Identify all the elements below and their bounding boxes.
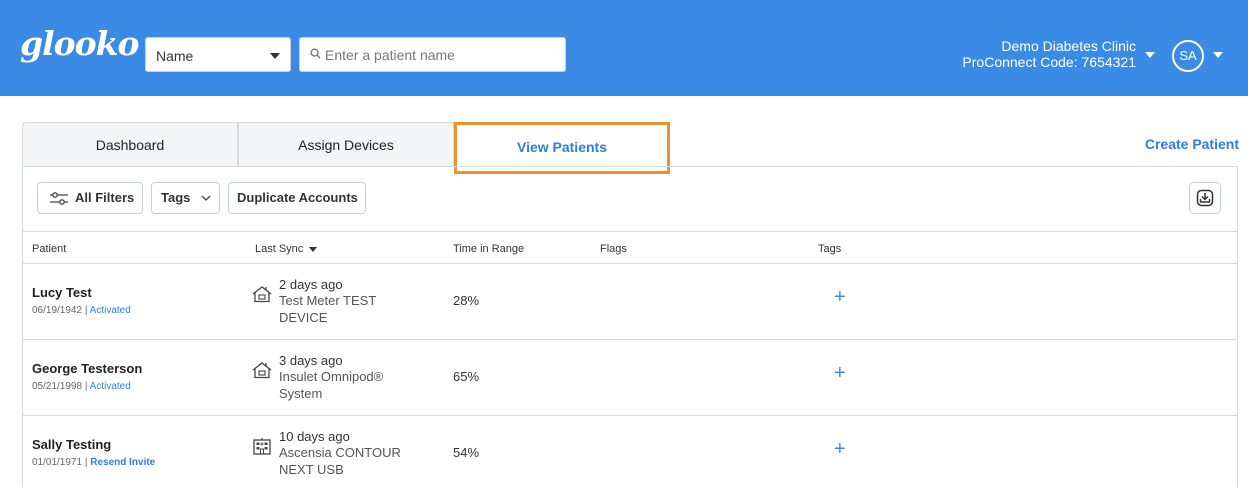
patient-details: 05/21/1998 | Activated (32, 381, 131, 392)
create-patient-link[interactable]: Create Patient (1145, 136, 1239, 152)
table-row[interactable]: Lucy Test 06/19/1942 | Activated 2 days … (22, 263, 1238, 340)
clinic-name: Demo Diabetes Clinic (1001, 38, 1136, 54)
separator: | (82, 305, 90, 316)
clinic-building-icon (253, 438, 271, 455)
column-tags[interactable]: Tags (818, 243, 841, 255)
search-type-value: Name (156, 48, 194, 64)
table-row[interactable]: Sally Testing 01/01/1971 | Resend Invite… (22, 415, 1238, 487)
home-icon (252, 286, 272, 303)
sync-device-name: Ascensia CONTOUR NEXT USB (279, 445, 401, 477)
user-menu-chevron-icon[interactable] (1213, 52, 1223, 58)
time-in-range-value: 28% (453, 293, 480, 308)
all-filters-label: All Filters (75, 190, 135, 205)
add-tag-button[interactable]: + (834, 439, 846, 459)
table-row[interactable]: George Testerson 05/21/1998 | Activated … (22, 339, 1238, 416)
patient-name[interactable]: Sally Testing (32, 437, 111, 452)
filter-sliders-icon (50, 192, 68, 205)
patient-dob: 01/01/1971 (32, 457, 83, 468)
sync-device-name: Test Meter TEST DEVICE (279, 293, 377, 325)
column-last-sync[interactable]: Last Sync (255, 243, 318, 255)
separator: | (82, 381, 90, 392)
patient-status-link[interactable]: Activated (90, 305, 131, 316)
patient-search-input[interactable] (325, 46, 560, 64)
download-icon (1196, 189, 1214, 207)
patient-details: 06/19/1942 | Activated (32, 305, 131, 316)
column-time-in-range[interactable]: Time in Range (453, 243, 524, 255)
patient-search-box[interactable] (299, 37, 566, 72)
table-header: Patient Last Sync Time in Range Flags Ta… (22, 231, 1238, 264)
column-last-sync-label: Last Sync (255, 243, 304, 255)
last-sync-time: 2 days ago (279, 277, 343, 292)
time-in-range-value: 54% (453, 445, 480, 460)
separator: | (82, 457, 91, 468)
download-button[interactable] (1189, 182, 1221, 214)
patient-name[interactable]: Lucy Test (32, 285, 92, 300)
duplicate-accounts-label: Duplicate Accounts (237, 190, 358, 205)
clinic-info[interactable]: Demo Diabetes Clinic ProConnect Code: 76… (962, 38, 1136, 70)
patient-details: 01/01/1971 | Resend Invite (32, 457, 155, 468)
patient-dob: 06/19/1942 (32, 305, 83, 316)
patient-status-link[interactable]: Activated (90, 381, 131, 392)
resend-invite-link[interactable]: Resend Invite (90, 457, 155, 468)
tags-label: Tags (161, 190, 191, 205)
top-header: glooko Name Demo Diabetes Clinic ProConn… (0, 0, 1248, 96)
add-tag-button[interactable]: + (834, 287, 846, 307)
clinic-menu-chevron-icon[interactable] (1145, 52, 1155, 58)
sort-desc-icon (309, 246, 318, 252)
last-sync-time: 10 days ago (279, 429, 350, 444)
tags-dropdown-button[interactable]: Tags (151, 182, 220, 214)
search-type-select[interactable]: Name (145, 37, 291, 72)
sync-device-name: Insulet Omnipod® System (279, 369, 384, 401)
tab-dashboard[interactable]: Dashboard (22, 122, 238, 166)
search-icon (310, 48, 321, 59)
time-in-range-value: 65% (453, 369, 480, 384)
patient-name[interactable]: George Testerson (32, 361, 142, 376)
chevron-down-icon (201, 195, 211, 201)
all-filters-button[interactable]: All Filters (37, 182, 143, 214)
proconnect-code: ProConnect Code: 7654321 (962, 54, 1136, 70)
column-patient[interactable]: Patient (32, 243, 66, 255)
glooko-logo[interactable]: glooko (20, 24, 140, 63)
column-flags[interactable]: Flags (600, 243, 627, 255)
user-avatar[interactable]: SA (1172, 40, 1204, 72)
home-icon (252, 362, 272, 379)
patient-dob: 05/21/1998 (32, 381, 83, 392)
add-tag-button[interactable]: + (834, 363, 846, 383)
tab-assign-devices[interactable]: Assign Devices (238, 122, 454, 166)
last-sync-time: 3 days ago (279, 353, 343, 368)
chevron-down-icon (270, 53, 280, 59)
duplicate-accounts-button[interactable]: Duplicate Accounts (228, 182, 366, 214)
